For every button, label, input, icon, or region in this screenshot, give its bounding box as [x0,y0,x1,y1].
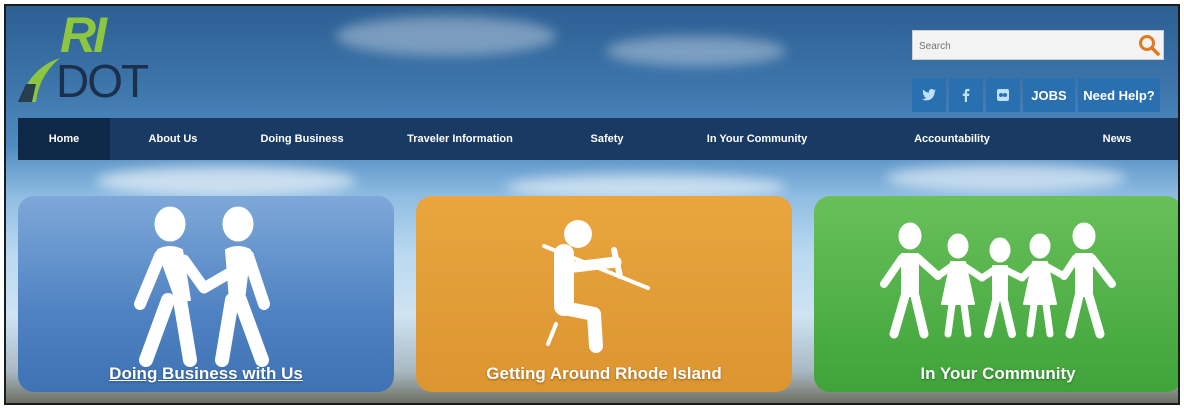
twitter-icon[interactable] [912,78,946,112]
nav-item-accountability[interactable]: Accountability [852,118,1052,160]
need-help-button[interactable]: Need Help? [1078,78,1160,112]
card-label[interactable]: Doing Business with Us [18,364,394,384]
nav-label: Safety [590,133,624,145]
jobs-button[interactable]: JOBS [1023,78,1075,112]
in-your-community-card[interactable]: In Your Community [814,196,1178,392]
flickr-icon[interactable] [986,78,1020,112]
sky-cloud [96,166,356,196]
page-frame: RI DOT JOBS Need Help? Home About Us Doi… [4,4,1180,405]
nav-label: In Your Community [706,133,808,145]
need-help-label: Need Help? [1083,87,1155,103]
nav-label: About Us [148,133,198,145]
getting-around-card[interactable]: Getting Around Rhode Island [416,196,792,392]
utility-bar: JOBS Need Help? [912,78,1160,112]
header-cloud [606,36,786,66]
logo-dot-text: DOT [56,55,149,107]
handshake-people-icon [134,206,270,367]
main-nav: Home About Us Doing Business Traveler In… [18,118,1178,160]
nav-label: Traveler Information [407,133,513,145]
nav-label: Home [48,133,80,145]
card-label[interactable]: In Your Community [814,364,1178,384]
card-label[interactable]: Getting Around Rhode Island [416,364,792,384]
search-input[interactable] [917,34,1131,58]
search-icon[interactable] [1137,33,1161,57]
nav-label: Accountability [914,133,990,145]
nav-item-news[interactable]: News [1052,118,1178,160]
nav-label: Doing Business [260,133,344,145]
nav-label: News [1102,133,1132,145]
facebook-icon[interactable] [949,78,983,112]
nav-item-safety[interactable]: Safety [552,118,662,160]
driver-seatbelt-icon [542,220,650,353]
sky-cloud [886,164,1126,192]
ridot-logo[interactable]: RI DOT [16,7,196,108]
nav-item-about-us[interactable]: About Us [110,118,236,160]
search-box[interactable] [912,30,1164,60]
nav-item-in-your-community[interactable]: In Your Community [662,118,852,160]
jobs-label: JOBS [1031,87,1067,103]
header-cloud [336,16,556,56]
doing-business-card[interactable]: Doing Business with Us [18,196,394,392]
nav-item-home[interactable]: Home [18,118,110,160]
nav-item-doing-business[interactable]: Doing Business [236,118,368,160]
nav-item-traveler-information[interactable]: Traveler Information [368,118,552,160]
people-chain-icon [880,222,1116,339]
